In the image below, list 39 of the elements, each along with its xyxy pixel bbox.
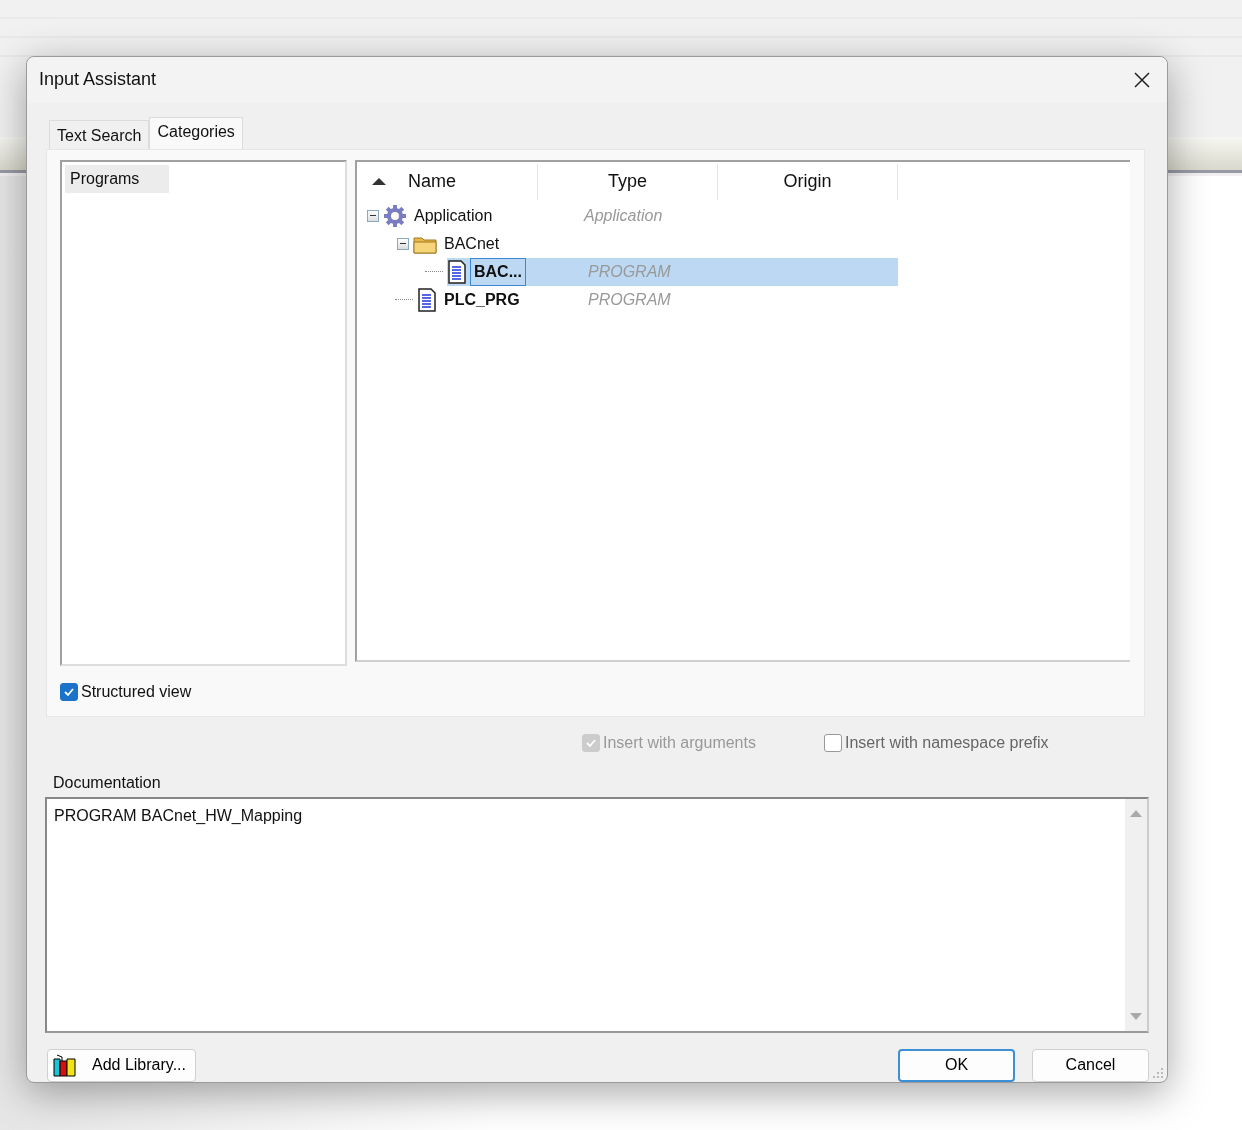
column-header[interactable]: Origin (718, 163, 898, 200)
tree-item-name[interactable]: BACnet (440, 229, 504, 258)
document-icon (417, 287, 437, 312)
scrollbar[interactable] (1125, 799, 1147, 1031)
collapse-toggle-icon[interactable] (397, 237, 409, 250)
ok-button[interactable]: OK (898, 1049, 1015, 1082)
tree-row[interactable]: PLC_PRG PROGRAM (417, 285, 868, 314)
type-text: Application (582, 205, 664, 226)
tree-item-name[interactable]: BAC... (470, 257, 526, 286)
add-library-button[interactable]: Add Library... (47, 1049, 196, 1082)
document-icon (447, 259, 467, 284)
checkbox[interactable] (823, 734, 842, 753)
sort-arrow-icon (371, 177, 387, 187)
window-title: Input Assistant (39, 68, 157, 92)
column-header[interactable]: Type (538, 163, 718, 200)
column-header[interactable]: Name (357, 163, 538, 200)
checkbox-label[interactable]: Insert with namespace prefix (844, 731, 1049, 756)
tab[interactable]: Text Search (49, 119, 150, 149)
cancel-button[interactable]: Cancel (1032, 1049, 1149, 1082)
books-icon (52, 1053, 78, 1078)
type-text: PROGRAM (587, 289, 672, 310)
documentation-label: Documentation (53, 773, 162, 794)
category-item[interactable]: Programs (65, 164, 170, 193)
checkbox[interactable] (60, 682, 78, 701)
collapse-toggle-icon[interactable] (367, 209, 379, 222)
documentation-text: PROGRAM BACnet_HW_Mapping (53, 806, 304, 827)
type-text: PROGRAM (587, 261, 672, 282)
tab[interactable]: Categories (149, 116, 243, 149)
gear-icon (383, 203, 407, 228)
selected-row[interactable]: BAC... PROGRAM (447, 257, 898, 286)
scroll-up-icon (1130, 809, 1142, 818)
checkbox-label[interactable]: Structured view (81, 679, 192, 704)
tree-item-name[interactable]: PLC_PRG (440, 285, 524, 314)
checkbox-label: Insert with arguments (603, 733, 756, 754)
tree-item-name[interactable]: Application (410, 201, 497, 230)
tree-row[interactable]: Application Application (383, 201, 834, 230)
resize-grip-icon (1152, 1067, 1164, 1079)
scroll-down-icon (1130, 1013, 1142, 1021)
tree-row[interactable]: BACnet (413, 229, 864, 258)
